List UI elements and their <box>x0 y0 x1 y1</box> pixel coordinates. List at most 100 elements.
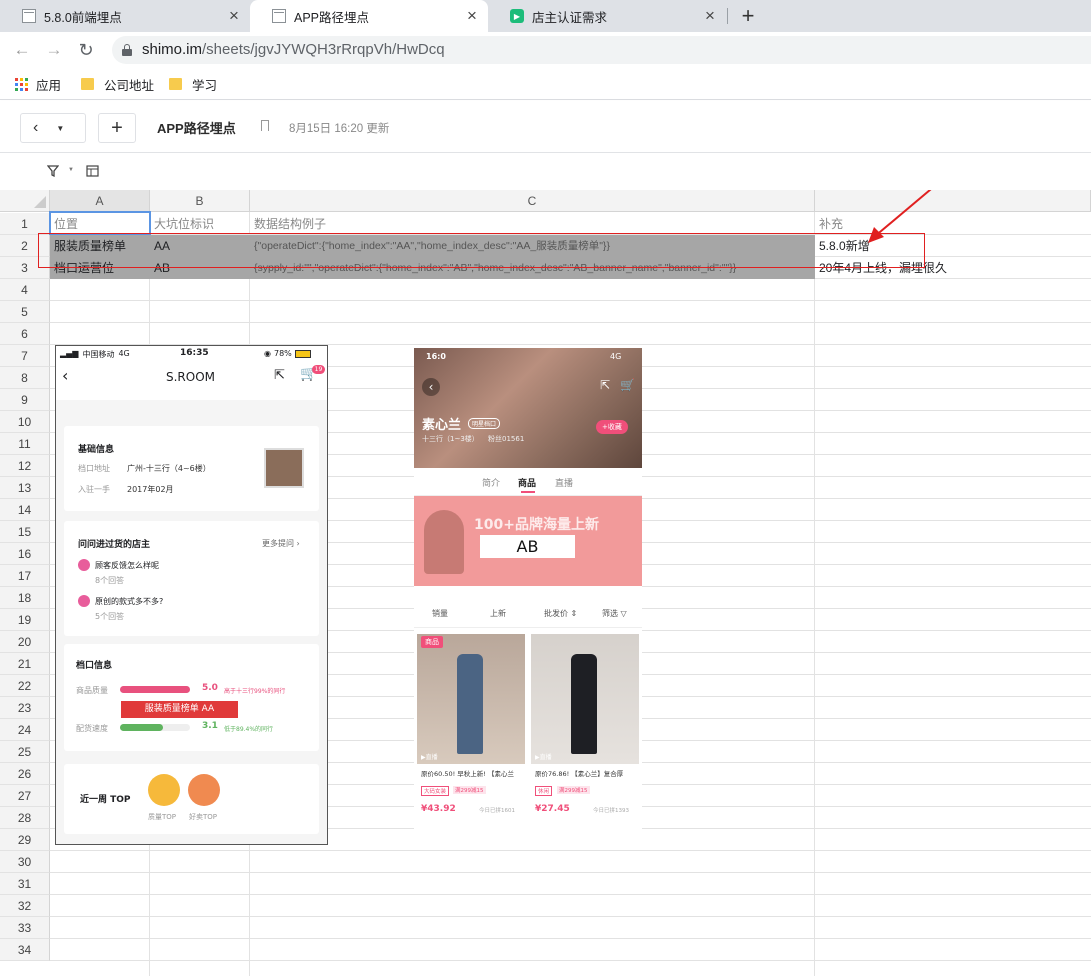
follow-button[interactable]: +收藏 <box>596 420 628 434</box>
forward-icon[interactable]: → <box>42 38 66 62</box>
cart-icon[interactable]: 🛒 <box>620 378 635 392</box>
bookmark-folder[interactable]: 公司地址 <box>81 76 154 93</box>
row-header[interactable]: 29 <box>0 829 50 851</box>
badge-label: 质量TOP <box>148 813 177 821</box>
tab-products[interactable]: 商品 <box>518 476 536 489</box>
label: 入驻一手 <box>78 485 110 494</box>
column-header[interactable]: B <box>150 190 250 212</box>
product-title: 原价76.86! 【素心兰】复合厚 <box>535 770 624 778</box>
row-header[interactable]: 22 <box>0 675 50 697</box>
filter-icon[interactable] <box>47 165 59 177</box>
row-header[interactable]: 17 <box>0 565 50 587</box>
row-header[interactable]: 9 <box>0 389 50 411</box>
network: 4G <box>118 349 130 358</box>
tab-separator <box>727 8 728 24</box>
row-header[interactable]: 12 <box>0 455 50 477</box>
bookmark-folder[interactable]: 学习 <box>169 76 217 93</box>
last-updated: 8月15日 16:20 更新 <box>289 123 390 135</box>
row-header[interactable]: 16 <box>0 543 50 565</box>
row-header[interactable]: 10 <box>0 411 50 433</box>
tab-intro[interactable]: 简介 <box>482 476 500 489</box>
sort-sales[interactable]: 销量 <box>432 608 448 619</box>
row-header[interactable]: 23 <box>0 697 50 719</box>
answer-count: 8个回答 <box>95 576 125 585</box>
column-header[interactable]: A <box>50 190 150 212</box>
document-title[interactable]: APP路径埋点 <box>157 118 236 137</box>
caret-down-icon[interactable]: ▼ <box>68 167 74 173</box>
question-text[interactable]: 顾客反馈怎么样呢 <box>95 560 159 571</box>
reload-icon[interactable]: ↻ <box>74 38 98 62</box>
row-header[interactable]: 25 <box>0 741 50 763</box>
product-title: 原价60.50! 早秋上新! 【素心兰 <box>421 770 514 778</box>
value: 2017年02月 <box>127 485 174 494</box>
section-title: 基础信息 <box>78 445 115 455</box>
promo-banner[interactable]: 100+品牌海量上新 AB <box>414 496 642 586</box>
row-header[interactable]: 28 <box>0 807 50 829</box>
cell-c1[interactable]: 数据结构例子 <box>250 213 815 235</box>
row-header[interactable]: 4 <box>0 279 50 301</box>
url-input[interactable]: shimo.im/sheets/jgvJYWQH3rRrqpVh/HwDcq <box>112 36 1091 64</box>
row-header[interactable]: 11 <box>0 433 50 455</box>
row-header[interactable]: 34 <box>0 939 50 961</box>
back-icon[interactable]: ← <box>10 38 34 62</box>
back-icon[interactable]: ‹ <box>62 366 68 385</box>
plus-icon: + <box>111 116 123 139</box>
browser-tab[interactable]: ▶ 店主认证需求 × <box>488 0 726 32</box>
bookmark-icon[interactable] <box>261 120 269 131</box>
row-header[interactable]: 19 <box>0 609 50 631</box>
sheet-toolbar: ▼ <box>0 153 1091 190</box>
row-header[interactable]: 26 <box>0 763 50 785</box>
close-icon[interactable]: × <box>462 6 482 26</box>
row-header[interactable]: 13 <box>0 477 50 499</box>
fans-count: 粉丝01561 <box>488 435 525 443</box>
share-icon[interactable]: ⇱ <box>600 378 610 392</box>
row-header[interactable]: 24 <box>0 719 50 741</box>
tab-live[interactable]: 直播 <box>555 476 573 489</box>
question-text[interactable]: 原创的款式多不多? <box>95 596 163 607</box>
row-header[interactable]: 7 <box>0 345 50 367</box>
stall-photo <box>264 448 304 488</box>
browser-tab-active[interactable]: APP路径埋点 × <box>250 0 488 32</box>
more-questions-link[interactable]: 更多提问 › <box>262 538 300 549</box>
back-icon[interactable]: ‹ <box>422 378 440 396</box>
add-button[interactable]: + <box>98 113 136 143</box>
product-card[interactable]: ▶直播 原价76.86! 【素心兰】复合厚 休闲 满299减15 ¥27.45 … <box>531 634 639 834</box>
apps-grid-icon <box>15 77 28 91</box>
row-header[interactable]: 6 <box>0 323 50 345</box>
cell-b1[interactable]: 大坑位标识 <box>150 213 250 235</box>
column-header[interactable]: C <box>250 190 815 212</box>
row-header[interactable]: 27 <box>0 785 50 807</box>
corner-cell[interactable] <box>0 190 50 212</box>
row-header[interactable]: 5 <box>0 301 50 323</box>
delivery-note: 低于89.4%的同行 <box>224 726 274 733</box>
new-tab-button[interactable]: + <box>736 2 760 30</box>
row-header[interactable]: 15 <box>0 521 50 543</box>
row-header[interactable]: 33 <box>0 917 50 939</box>
row-header[interactable]: 18 <box>0 587 50 609</box>
share-icon[interactable]: ⇱ <box>274 368 285 383</box>
row-header[interactable]: 8 <box>0 367 50 389</box>
row-header[interactable]: 14 <box>0 499 50 521</box>
row-header[interactable]: 32 <box>0 895 50 917</box>
sheet-icon <box>22 9 36 23</box>
sort-new[interactable]: 上新 <box>490 608 506 619</box>
promo-tag: 满299减15 <box>557 786 590 794</box>
product-card[interactable]: 商品 ▶直播 原价60.50! 早秋上新! 【素心兰 大码女装 满299减15 … <box>417 634 525 834</box>
row-header[interactable]: 20 <box>0 631 50 653</box>
freeze-icon[interactable] <box>86 165 99 177</box>
close-icon[interactable]: × <box>700 6 720 26</box>
filter-button[interactable]: 筛选 ▽ <box>602 608 627 619</box>
bookmark-apps[interactable]: 应用 <box>15 76 61 93</box>
row-header[interactable]: 30 <box>0 851 50 873</box>
browser-tab-strip: 5.8.0前端埋点 × APP路径埋点 × ▶ 店主认证需求 × + <box>0 0 1091 32</box>
row-header[interactable]: 31 <box>0 873 50 895</box>
sort-filter-bar: 销量 上新 批发价 ⇕ 筛选 ▽ <box>414 598 642 628</box>
sort-price[interactable]: 批发价 ⇕ <box>544 608 577 619</box>
tab-title: 店主认证需求 <box>532 10 608 25</box>
row-header[interactable]: 1 <box>0 213 50 235</box>
back-dropdown-button[interactable]: ‹ ▼ <box>20 113 86 143</box>
browser-tab[interactable]: 5.8.0前端埋点 × <box>0 0 250 32</box>
row-header[interactable]: 21 <box>0 653 50 675</box>
close-icon[interactable]: × <box>224 6 244 26</box>
product-price: ¥43.92 <box>421 804 456 814</box>
